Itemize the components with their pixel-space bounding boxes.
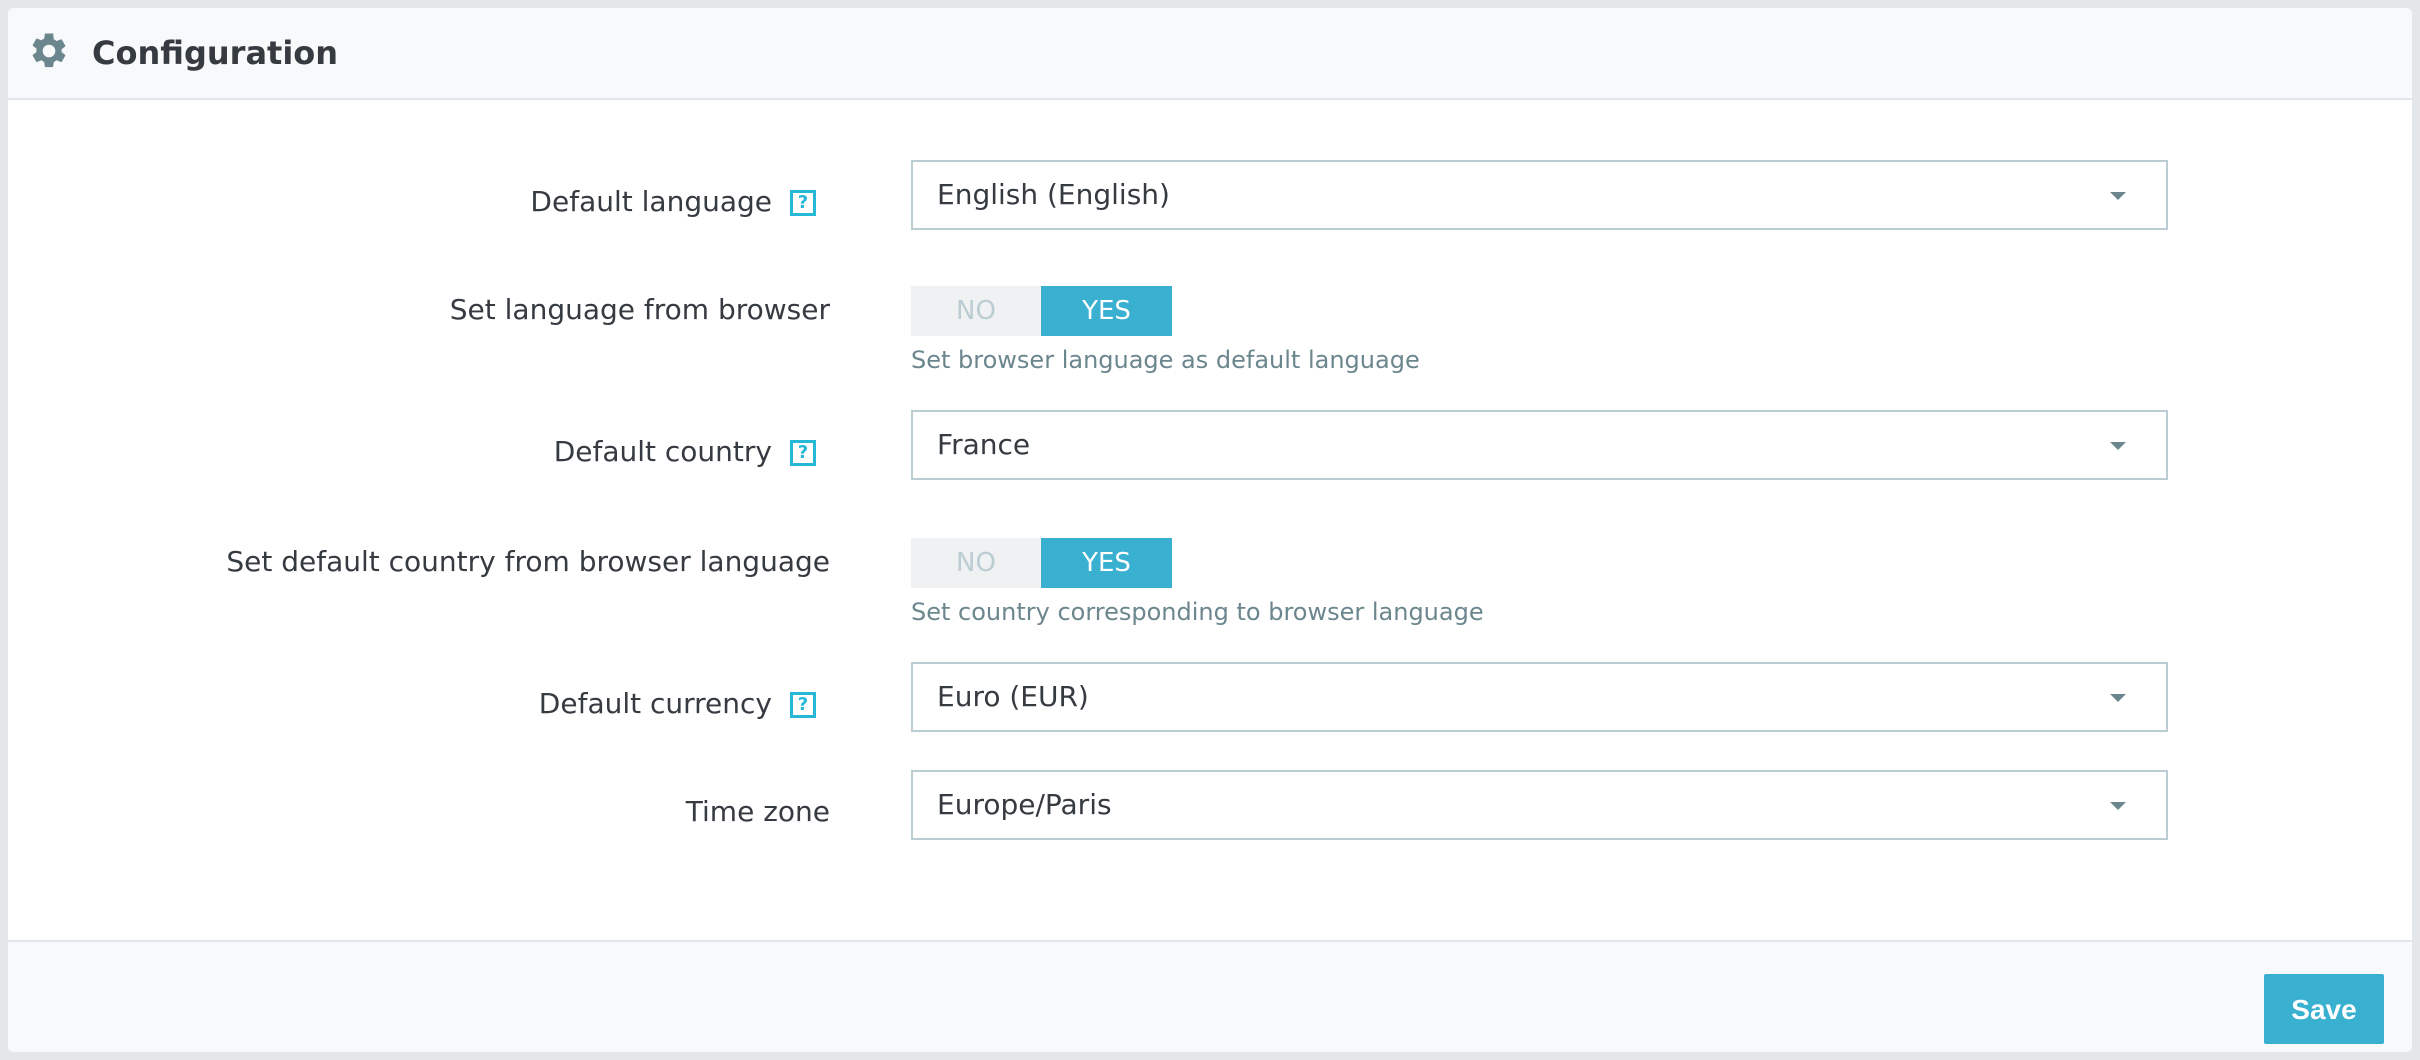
chevron-down-icon <box>2110 442 2126 450</box>
chevron-down-icon <box>2110 192 2126 200</box>
panel-footer: Save <box>8 940 2412 1052</box>
default-currency-label: Default currency <box>538 687 772 720</box>
language-from-browser-toggle[interactable]: NO YES <box>911 286 1172 336</box>
time-zone-value: Europe/Paris <box>937 788 1112 821</box>
default-language-select[interactable]: English (English) <box>911 160 2168 230</box>
country-from-browser-toggle[interactable]: NO YES <box>911 538 1172 588</box>
language-from-browser-label: Set language from browser <box>449 293 830 326</box>
help-icon[interactable]: ? <box>790 440 816 466</box>
help-icon[interactable]: ? <box>790 692 816 718</box>
default-currency-select[interactable]: Euro (EUR) <box>911 662 2168 732</box>
page-title: Configuration <box>92 34 339 72</box>
save-button[interactable]: Save <box>2264 974 2384 1044</box>
country-from-browser-label: Set default country from browser languag… <box>226 545 830 578</box>
toggle-yes-option[interactable]: YES <box>1041 538 1172 588</box>
default-currency-value: Euro (EUR) <box>937 680 1089 713</box>
toggle-no-option[interactable]: NO <box>911 286 1041 336</box>
default-language-label: Default language <box>530 185 772 218</box>
chevron-down-icon <box>2110 694 2126 702</box>
time-zone-label: Time zone <box>685 795 830 828</box>
language-from-browser-hint: Set browser language as default language <box>911 346 1420 374</box>
configuration-panel: Configuration Default language ? English… <box>8 8 2412 1052</box>
time-zone-select[interactable]: Europe/Paris <box>911 770 2168 840</box>
country-from-browser-hint: Set country corresponding to browser lan… <box>911 598 1484 626</box>
default-country-select[interactable]: France <box>911 410 2168 480</box>
default-country-value: France <box>937 428 1031 461</box>
default-language-value: English (English) <box>937 178 1170 211</box>
toggle-no-option[interactable]: NO <box>911 538 1041 588</box>
panel-header: Configuration <box>8 8 2412 100</box>
chevron-down-icon <box>2110 802 2126 810</box>
gear-icon <box>32 33 66 68</box>
help-icon[interactable]: ? <box>790 190 816 216</box>
default-country-label: Default country <box>553 435 772 468</box>
toggle-yes-option[interactable]: YES <box>1041 286 1172 336</box>
